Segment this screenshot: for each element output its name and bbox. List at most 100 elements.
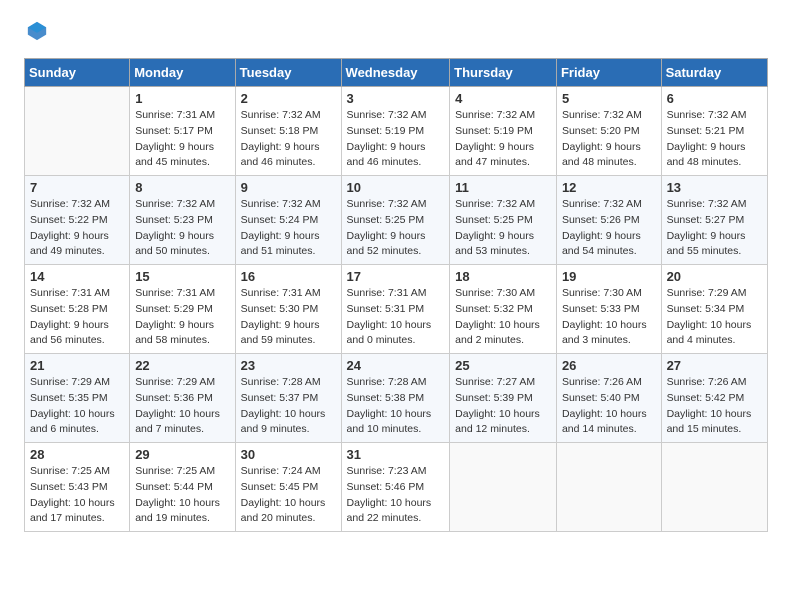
calendar-cell-4-2: 30 Sunrise: 7:24 AMSunset: 5:45 PMDayligh… — [235, 443, 341, 532]
page: Sunday Monday Tuesday Wednesday Thursday… — [0, 0, 792, 552]
calendar-cell-1-1: 8 Sunrise: 7:32 AMSunset: 5:23 PMDaylight… — [130, 176, 235, 265]
calendar-cell-1-6: 13 Sunrise: 7:32 AMSunset: 5:27 PMDayligh… — [661, 176, 767, 265]
calendar-cell-0-2: 2 Sunrise: 7:32 AMSunset: 5:18 PMDaylight… — [235, 87, 341, 176]
day-info-28: Sunrise: 7:25 AMSunset: 5:43 PMDaylight:… — [30, 464, 124, 527]
day-number-30: 30 — [241, 447, 336, 462]
calendar-cell-1-3: 10 Sunrise: 7:32 AMSunset: 5:25 PMDayligh… — [341, 176, 450, 265]
calendar-cell-0-0 — [25, 87, 130, 176]
calendar-cell-3-4: 25Sunrise: 7:27 AMSunset: 5:39 PMDayligh… — [450, 354, 557, 443]
day-info-30: Sunrise: 7:24 AMSunset: 5:45 PMDaylight:… — [241, 464, 336, 527]
calendar-cell-3-3: 24 Sunrise: 7:28 AMSunset: 5:38 PMDayligh… — [341, 354, 450, 443]
day-info-22: Sunrise: 7:29 AMSunset: 5:36 PMDaylight:… — [135, 375, 229, 438]
day-number-23: 23 — [241, 358, 336, 373]
day-number-2: 2 — [241, 91, 336, 106]
calendar-cell-4-4 — [450, 443, 557, 532]
day-info-9: Sunrise: 7:32 AMSunset: 5:24 PMDaylight:… — [241, 197, 336, 260]
calendar-cell-0-6: 6 Sunrise: 7:32 AMSunset: 5:21 PMDaylight… — [661, 87, 767, 176]
header-tuesday: Tuesday — [235, 59, 341, 87]
logo — [24, 20, 48, 42]
day-number-7: 7 — [30, 180, 124, 195]
day-number-19: 19 — [562, 269, 656, 284]
day-number-4: 4 — [455, 91, 551, 106]
header-wednesday: Wednesday — [341, 59, 450, 87]
day-info-20: Sunrise: 7:29 AMSunset: 5:34 PMDaylight:… — [667, 286, 762, 349]
day-info-3: Sunrise: 7:32 AMSunset: 5:19 PMDaylight:… — [347, 108, 445, 171]
day-info-14: Sunrise: 7:31 AMSunset: 5:28 PMDaylight:… — [30, 286, 124, 349]
calendar-cell-2-6: 20Sunrise: 7:29 AMSunset: 5:34 PMDayligh… — [661, 265, 767, 354]
calendar-cell-2-1: 15Sunrise: 7:31 AMSunset: 5:29 PMDayligh… — [130, 265, 235, 354]
day-info-5: Sunrise: 7:32 AMSunset: 5:20 PMDaylight:… — [562, 108, 656, 171]
day-number-18: 18 — [455, 269, 551, 284]
day-number-5: 5 — [562, 91, 656, 106]
day-info-17: Sunrise: 7:31 AMSunset: 5:31 PMDaylight:… — [347, 286, 445, 349]
calendar: Sunday Monday Tuesday Wednesday Thursday… — [24, 58, 768, 532]
day-info-7: Sunrise: 7:32 AMSunset: 5:22 PMDaylight:… — [30, 197, 124, 260]
day-info-6: Sunrise: 7:32 AMSunset: 5:21 PMDaylight:… — [667, 108, 762, 171]
day-number-9: 9 — [241, 180, 336, 195]
day-info-1: Sunrise: 7:31 AMSunset: 5:17 PMDaylight:… — [135, 108, 229, 171]
day-number-24: 24 — [347, 358, 445, 373]
logo-icon — [26, 20, 48, 42]
calendar-cell-0-1: 1 Sunrise: 7:31 AMSunset: 5:17 PMDaylight… — [130, 87, 235, 176]
calendar-cell-1-0: 7 Sunrise: 7:32 AMSunset: 5:22 PMDaylight… — [25, 176, 130, 265]
day-info-19: Sunrise: 7:30 AMSunset: 5:33 PMDaylight:… — [562, 286, 656, 349]
day-info-2: Sunrise: 7:32 AMSunset: 5:18 PMDaylight:… — [241, 108, 336, 171]
day-number-8: 8 — [135, 180, 229, 195]
day-number-26: 26 — [562, 358, 656, 373]
day-info-24: Sunrise: 7:28 AMSunset: 5:38 PMDaylight:… — [347, 375, 445, 438]
week-row-2: 14 Sunrise: 7:31 AMSunset: 5:28 PMDayligh… — [25, 265, 768, 354]
day-number-1: 1 — [135, 91, 229, 106]
day-number-27: 27 — [667, 358, 762, 373]
day-number-28: 28 — [30, 447, 124, 462]
header-saturday: Saturday — [661, 59, 767, 87]
day-number-11: 11 — [455, 180, 551, 195]
calendar-cell-2-4: 18 Sunrise: 7:30 AMSunset: 5:32 PMDayligh… — [450, 265, 557, 354]
day-info-12: Sunrise: 7:32 AMSunset: 5:26 PMDaylight:… — [562, 197, 656, 260]
header-friday: Friday — [556, 59, 661, 87]
calendar-cell-2-0: 14 Sunrise: 7:31 AMSunset: 5:28 PMDayligh… — [25, 265, 130, 354]
calendar-cell-2-5: 19 Sunrise: 7:30 AMSunset: 5:33 PMDayligh… — [556, 265, 661, 354]
day-info-27: Sunrise: 7:26 AMSunset: 5:42 PMDaylight:… — [667, 375, 762, 438]
day-number-3: 3 — [347, 91, 445, 106]
weekday-header-row: Sunday Monday Tuesday Wednesday Thursday… — [25, 59, 768, 87]
day-number-31: 31 — [347, 447, 445, 462]
day-number-15: 15 — [135, 269, 229, 284]
calendar-cell-4-6 — [661, 443, 767, 532]
week-row-3: 21Sunrise: 7:29 AMSunset: 5:35 PMDayligh… — [25, 354, 768, 443]
day-info-18: Sunrise: 7:30 AMSunset: 5:32 PMDaylight:… — [455, 286, 551, 349]
calendar-body: 1 Sunrise: 7:31 AMSunset: 5:17 PMDaylight… — [25, 87, 768, 532]
calendar-cell-3-6: 27 Sunrise: 7:26 AMSunset: 5:42 PMDayligh… — [661, 354, 767, 443]
day-number-13: 13 — [667, 180, 762, 195]
day-info-10: Sunrise: 7:32 AMSunset: 5:25 PMDaylight:… — [347, 197, 445, 260]
day-number-22: 22 — [135, 358, 229, 373]
day-number-14: 14 — [30, 269, 124, 284]
header-monday: Monday — [130, 59, 235, 87]
day-info-26: Sunrise: 7:26 AMSunset: 5:40 PMDaylight:… — [562, 375, 656, 438]
day-number-12: 12 — [562, 180, 656, 195]
day-number-17: 17 — [347, 269, 445, 284]
day-info-13: Sunrise: 7:32 AMSunset: 5:27 PMDaylight:… — [667, 197, 762, 260]
calendar-cell-3-1: 22 Sunrise: 7:29 AMSunset: 5:36 PMDayligh… — [130, 354, 235, 443]
calendar-cell-1-5: 12 Sunrise: 7:32 AMSunset: 5:26 PMDayligh… — [556, 176, 661, 265]
calendar-cell-3-0: 21Sunrise: 7:29 AMSunset: 5:35 PMDayligh… — [25, 354, 130, 443]
calendar-cell-4-0: 28 Sunrise: 7:25 AMSunset: 5:43 PMDayligh… — [25, 443, 130, 532]
day-info-31: Sunrise: 7:23 AMSunset: 5:46 PMDaylight:… — [347, 464, 445, 527]
day-info-4: Sunrise: 7:32 AMSunset: 5:19 PMDaylight:… — [455, 108, 551, 171]
calendar-cell-0-4: 4 Sunrise: 7:32 AMSunset: 5:19 PMDaylight… — [450, 87, 557, 176]
calendar-cell-3-5: 26 Sunrise: 7:26 AMSunset: 5:40 PMDayligh… — [556, 354, 661, 443]
day-info-8: Sunrise: 7:32 AMSunset: 5:23 PMDaylight:… — [135, 197, 229, 260]
day-info-21: Sunrise: 7:29 AMSunset: 5:35 PMDaylight:… — [30, 375, 124, 438]
day-info-23: Sunrise: 7:28 AMSunset: 5:37 PMDaylight:… — [241, 375, 336, 438]
week-row-0: 1 Sunrise: 7:31 AMSunset: 5:17 PMDaylight… — [25, 87, 768, 176]
calendar-cell-0-3: 3 Sunrise: 7:32 AMSunset: 5:19 PMDaylight… — [341, 87, 450, 176]
day-number-25: 25 — [455, 358, 551, 373]
week-row-1: 7 Sunrise: 7:32 AMSunset: 5:22 PMDaylight… — [25, 176, 768, 265]
day-number-6: 6 — [667, 91, 762, 106]
calendar-cell-2-3: 17 Sunrise: 7:31 AMSunset: 5:31 PMDayligh… — [341, 265, 450, 354]
week-row-4: 28 Sunrise: 7:25 AMSunset: 5:43 PMDayligh… — [25, 443, 768, 532]
day-info-11: Sunrise: 7:32 AMSunset: 5:25 PMDaylight:… — [455, 197, 551, 260]
calendar-cell-0-5: 5 Sunrise: 7:32 AMSunset: 5:20 PMDaylight… — [556, 87, 661, 176]
calendar-cell-1-2: 9 Sunrise: 7:32 AMSunset: 5:24 PMDaylight… — [235, 176, 341, 265]
day-number-10: 10 — [347, 180, 445, 195]
calendar-cell-3-2: 23 Sunrise: 7:28 AMSunset: 5:37 PMDayligh… — [235, 354, 341, 443]
